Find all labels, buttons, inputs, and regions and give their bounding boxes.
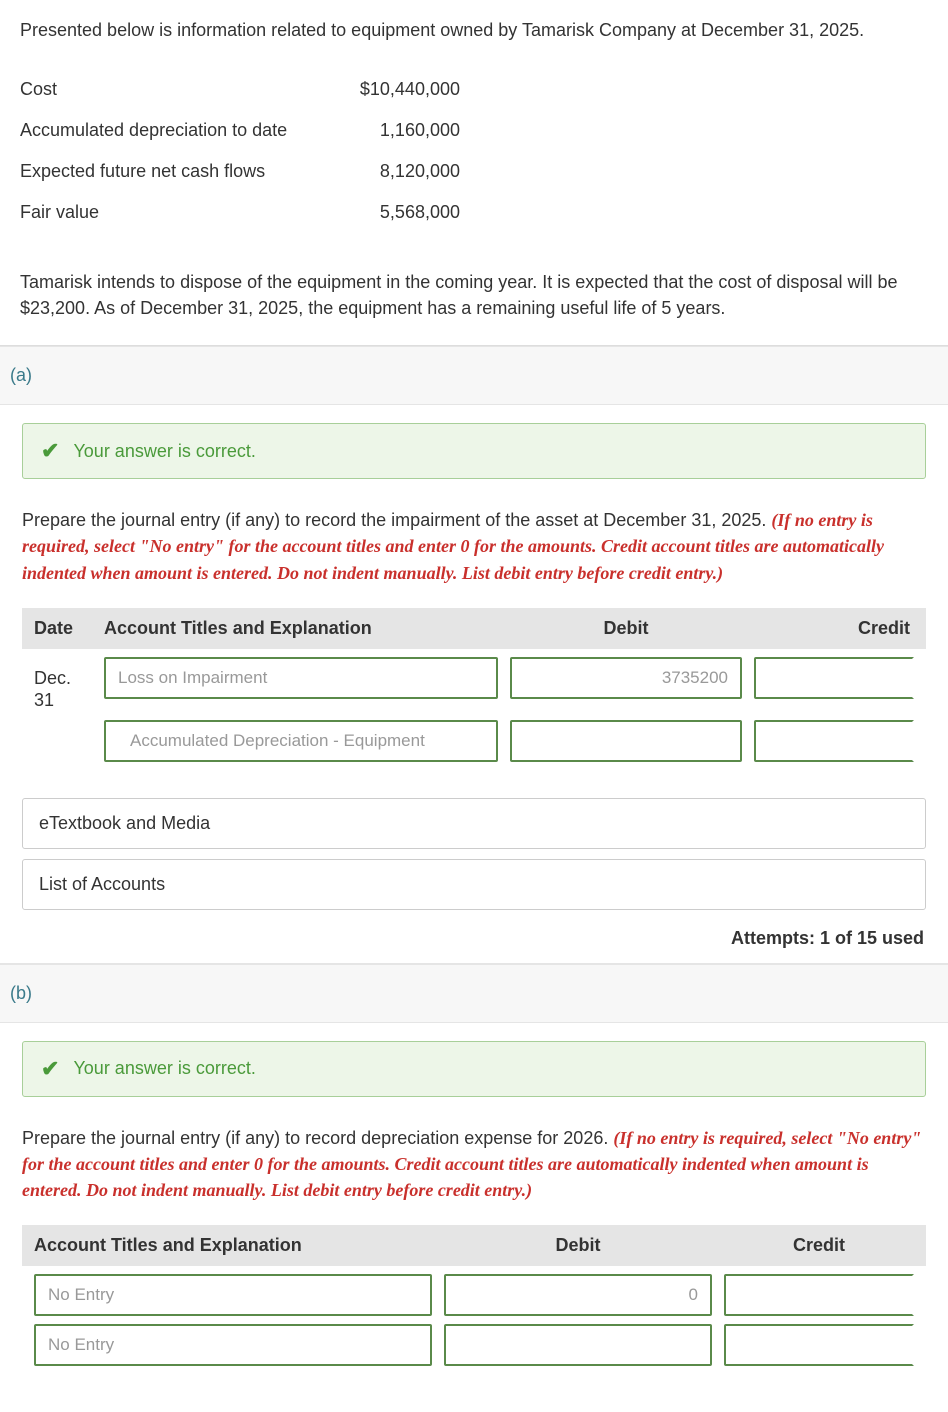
etextbook-media-button[interactable]: eTextbook and Media	[22, 798, 926, 849]
debit-value: 0	[689, 1285, 698, 1305]
intro-text: Presented below is information related t…	[20, 18, 928, 43]
credit-input[interactable]	[754, 720, 914, 762]
journal-header-row: Date Account Titles and Explanation Debi…	[22, 608, 926, 649]
header-debit: Debit	[510, 618, 742, 639]
data-value: 8,120,000	[340, 161, 460, 182]
data-row: Expected future net cash flows 8,120,000	[20, 151, 928, 192]
part-b-header[interactable]: (b)	[0, 964, 948, 1023]
part-b-instructions: Prepare the journal entry (if any) to re…	[22, 1125, 926, 1203]
data-value: 5,568,000	[340, 202, 460, 223]
account-value: No Entry	[48, 1335, 114, 1355]
etextbook-label: eTextbook and Media	[39, 813, 210, 833]
correct-banner: ✔ Your answer is correct.	[22, 423, 926, 479]
journal-row-1: No Entry 0	[22, 1266, 926, 1316]
debit-value: 3735200	[662, 668, 728, 688]
data-label: Cost	[20, 79, 340, 100]
attempts-text: Attempts: 1 of 15 used	[22, 928, 926, 949]
data-label: Expected future net cash flows	[20, 161, 340, 182]
header-credit: Credit	[724, 1235, 914, 1256]
check-icon: ✔	[41, 1058, 59, 1080]
correct-banner: ✔ Your answer is correct.	[22, 1041, 926, 1097]
journal-row-2: Accumulated Depreciation - Equipment	[22, 712, 926, 762]
account-title-input[interactable]: Accumulated Depreciation - Equipment	[104, 720, 498, 762]
account-title-input[interactable]: Loss on Impairment	[104, 657, 498, 699]
debit-input[interactable]	[510, 720, 742, 762]
correct-message: Your answer is correct.	[73, 441, 255, 462]
part-a-label: (a)	[10, 365, 32, 385]
data-value: 1,160,000	[340, 120, 460, 141]
data-label: Accumulated depreciation to date	[20, 120, 340, 141]
journal-row-1: Dec. 31 Loss on Impairment 3735200	[22, 649, 926, 712]
data-label: Fair value	[20, 202, 340, 223]
equipment-data-table: Cost $10,440,000 Accumulated depreciatio…	[20, 69, 928, 233]
list-of-accounts-button[interactable]: List of Accounts	[22, 859, 926, 910]
data-row: Fair value 5,568,000	[20, 192, 928, 233]
credit-input[interactable]	[724, 1274, 914, 1316]
part-b-body: ✔ Your answer is correct. Prepare the jo…	[0, 1023, 948, 1366]
account-value: Accumulated Depreciation - Equipment	[130, 731, 425, 751]
correct-message: Your answer is correct.	[73, 1058, 255, 1079]
header-credit: Credit	[754, 618, 914, 639]
journal-header-row: Account Titles and Explanation Debit Cre…	[22, 1225, 926, 1266]
list-accounts-label: List of Accounts	[39, 874, 165, 894]
debit-input[interactable]	[444, 1324, 712, 1366]
header-debit: Debit	[444, 1235, 712, 1256]
data-row: Cost $10,440,000	[20, 69, 928, 110]
instruction-plain: Prepare the journal entry (if any) to re…	[22, 1128, 613, 1148]
instruction-plain: Prepare the journal entry (if any) to re…	[22, 510, 771, 530]
check-icon: ✔	[41, 440, 59, 462]
row-date: Dec. 31	[34, 657, 92, 712]
account-title-input[interactable]: No Entry	[34, 1274, 432, 1316]
account-title-input[interactable]: No Entry	[34, 1324, 432, 1366]
debit-input[interactable]: 3735200	[510, 657, 742, 699]
date-day: 31	[34, 690, 54, 710]
part-a-header[interactable]: (a)	[0, 346, 948, 405]
part-b-label: (b)	[10, 983, 32, 1003]
part-a-body: ✔ Your answer is correct. Prepare the jo…	[0, 405, 948, 963]
data-value: $10,440,000	[340, 79, 460, 100]
account-value: No Entry	[48, 1285, 114, 1305]
problem-statement: Presented below is information related t…	[0, 0, 948, 346]
credit-input[interactable]	[724, 1324, 914, 1366]
header-account: Account Titles and Explanation	[34, 1235, 432, 1256]
followup-text: Tamarisk intends to dispose of the equip…	[20, 269, 928, 321]
account-value: Loss on Impairment	[118, 668, 267, 688]
header-account: Account Titles and Explanation	[104, 618, 498, 639]
date-month: Dec.	[34, 668, 71, 688]
data-row: Accumulated depreciation to date 1,160,0…	[20, 110, 928, 151]
credit-input[interactable]	[754, 657, 914, 699]
part-a-instructions: Prepare the journal entry (if any) to re…	[22, 507, 926, 585]
header-date: Date	[34, 618, 92, 639]
journal-row-2: No Entry	[22, 1316, 926, 1366]
debit-input[interactable]: 0	[444, 1274, 712, 1316]
